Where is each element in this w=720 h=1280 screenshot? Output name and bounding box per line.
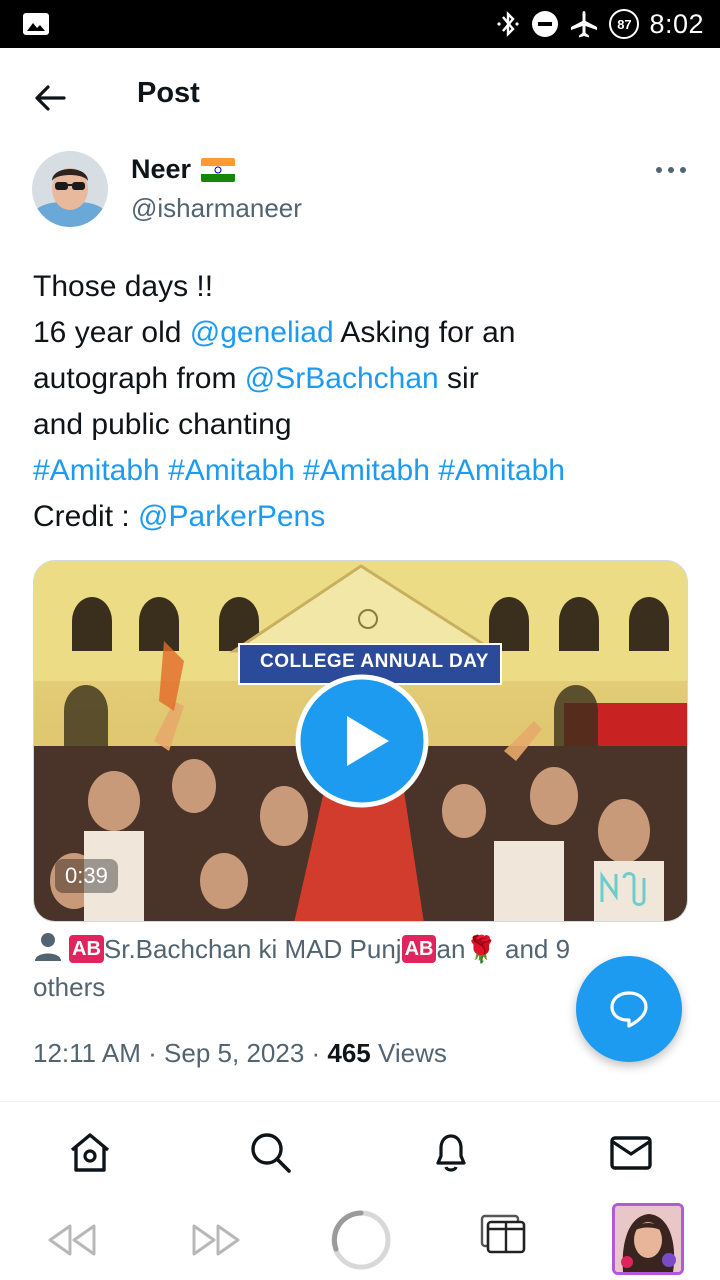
india-flag-icon (201, 157, 236, 182)
thumbnail-image (615, 1206, 681, 1272)
mention-link[interactable]: @ParkerPens (138, 500, 325, 533)
post-text-segment: Those days !! (33, 270, 214, 303)
watermark-logo-icon (600, 871, 646, 906)
more-options-icon[interactable] (654, 160, 688, 180)
search-icon[interactable] (248, 1130, 292, 1174)
airplane-mode-icon (569, 9, 599, 39)
status-bar: 87 8:02 (0, 0, 720, 48)
page-title: Post (137, 77, 200, 109)
post-text-segment: autograph from (33, 362, 245, 395)
bluetooth-icon (495, 9, 521, 39)
notifications-icon[interactable] (429, 1130, 473, 1174)
post-header: Post (0, 48, 720, 146)
gallery-notification-icon (23, 13, 49, 35)
post-line: Those days !! (33, 264, 693, 310)
tabs-icon[interactable] (480, 1214, 528, 1258)
post-line: autograph from @SrBachchan sir (33, 356, 693, 402)
post-meta: 12:11 AM · Sep 5, 2023 · 465 Views (33, 1038, 447, 1069)
reload-spinner-icon[interactable] (330, 1209, 392, 1271)
ab-badge: AB (69, 935, 104, 963)
person-icon (35, 933, 61, 961)
post-line: 16 year old @geneliad Asking for an (33, 310, 693, 356)
post-text-segment: Asking for an (333, 316, 516, 349)
tab-thumbnail[interactable] (612, 1203, 684, 1275)
post-text-segment: sir (438, 362, 479, 395)
liked-by-text: Sr.Bachchan ki MAD Punj (103, 934, 402, 964)
author-name[interactable]: Neer (131, 154, 236, 185)
divider (0, 1101, 720, 1102)
post-time: 12:11 AM (33, 1038, 141, 1068)
battery-indicator: 87 (609, 9, 640, 39)
video-player[interactable]: COLLEGE ANNUAL DAY 0:39 (33, 560, 688, 922)
post-line: and public chanting (33, 402, 693, 448)
ab-badge: AB (401, 935, 437, 963)
fast-forward-icon[interactable] (190, 1220, 242, 1260)
back-arrow-icon[interactable] (30, 78, 70, 118)
separator: · (140, 1038, 165, 1068)
reply-bubble-icon (610, 991, 648, 1028)
post-text-segment: and public chanting (33, 408, 292, 441)
liked-by[interactable]: AB Sr.Bachchan ki MAD Punj AB an🌹 and 9 oth… (33, 930, 633, 1006)
views-label: Views (370, 1038, 447, 1068)
banner-caption: COLLEGE ANNUAL DAY (260, 651, 489, 672)
avatar[interactable] (32, 151, 108, 227)
do-not-disturb-icon (531, 10, 559, 38)
post-line: Credit : @ParkerPens (33, 494, 693, 540)
play-button-icon[interactable] (295, 674, 429, 808)
author-handle[interactable]: @isharmaneer (131, 193, 302, 224)
compose-reply-button[interactable] (576, 956, 682, 1062)
home-icon[interactable] (68, 1130, 112, 1174)
messages-icon[interactable] (609, 1130, 653, 1174)
mention-link[interactable]: @SrBachchan (245, 362, 439, 395)
post-date: Sep 5, 2023 (164, 1038, 305, 1068)
post-text: Those days !! 16 year old @geneliad Aski… (33, 264, 693, 540)
post-text-segment: 16 year old (33, 316, 190, 349)
rose-emoji: 🌹 (465, 934, 498, 964)
mention-link[interactable]: @geneliad (190, 316, 334, 349)
clock: 8:02 (649, 8, 704, 39)
views-count: 465 (327, 1038, 371, 1068)
post-text-segment: Credit : (33, 500, 139, 533)
hashtag-links[interactable]: #Amitabh #Amitabh #Amitabh #Amitabh (33, 448, 693, 494)
rewind-icon[interactable] (46, 1220, 98, 1260)
separator: · (304, 1038, 328, 1068)
author-name-text[interactable]: Neer (131, 154, 191, 185)
liked-by-text: an (436, 934, 466, 964)
video-duration: 0:39 (55, 859, 118, 893)
